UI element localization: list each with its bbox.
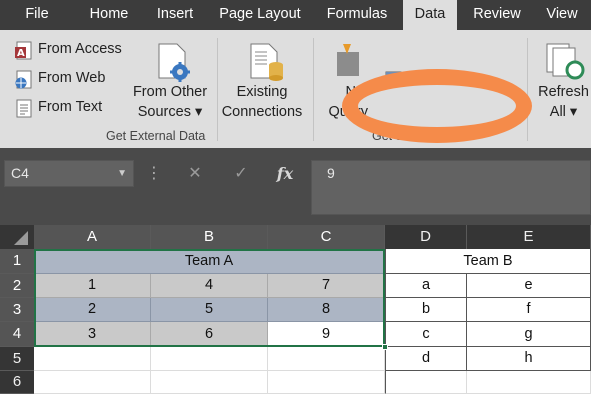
name-box-value: C4 <box>11 165 29 181</box>
insert-function-icon[interactable]: fx <box>270 160 300 187</box>
row-header-3[interactable]: 3 <box>0 298 34 322</box>
from-text-label: From Text <box>38 99 103 115</box>
tab-data[interactable]: Data <box>403 0 457 30</box>
formula-bar-area: C4 ▼ ⋮ ✕ ✓ fx 9 <box>0 148 591 225</box>
cell-c5[interactable] <box>268 347 385 371</box>
cell-d5[interactable]: d <box>385 347 467 371</box>
existing-connections-label-2: Connections <box>221 104 303 120</box>
formula-input[interactable]: 9 <box>311 160 591 215</box>
refresh-all-label-2: All ▾ <box>549 104 578 120</box>
cell-c6[interactable] <box>268 371 385 394</box>
select-all-icon <box>14 231 28 245</box>
tab-view[interactable]: View <box>538 0 586 30</box>
ribbon-separator <box>527 38 528 141</box>
cell-e3[interactable]: f <box>467 298 591 322</box>
svg-text:A: A <box>17 48 25 59</box>
cell-b6[interactable] <box>151 371 268 394</box>
formula-value: 9 <box>327 165 335 181</box>
row-header-2[interactable]: 2 <box>0 274 34 298</box>
select-all-corner[interactable] <box>0 225 34 249</box>
fill-handle[interactable] <box>382 344 388 350</box>
from-other-sources-label-1: From Other <box>132 84 208 100</box>
refresh-icon <box>546 43 585 80</box>
refresh-all-label-1: Refresh <box>538 84 589 100</box>
cell-e5[interactable]: h <box>467 347 591 371</box>
column-header-b[interactable]: B <box>151 225 268 249</box>
enter-icon[interactable]: ✓ <box>226 160 256 187</box>
chevron-down-icon[interactable]: ▼ <box>117 161 127 186</box>
from-other-sources-label-2: Sources ▾ <box>137 104 203 120</box>
from-web-label: From Web <box>38 70 106 86</box>
tab-page-layout[interactable]: Page Layout <box>212 0 308 30</box>
tab-formulas[interactable]: Formulas <box>318 0 396 30</box>
cell-b5[interactable] <box>151 347 268 371</box>
tab-home[interactable]: Home <box>80 0 138 30</box>
row-header-1[interactable]: 1 <box>0 249 34 274</box>
cell-e2[interactable]: e <box>467 274 591 298</box>
text-file-icon <box>16 99 32 118</box>
cell-a6[interactable] <box>34 371 151 394</box>
drag-handle-icon[interactable]: ⋮ <box>146 160 162 187</box>
column-header-e[interactable]: E <box>467 225 591 249</box>
column-header-a[interactable]: A <box>34 225 151 249</box>
column-header-c[interactable]: C <box>268 225 385 249</box>
menu-bar: File Home Insert Page Layout Formulas Da… <box>0 0 591 30</box>
from-access-label: From Access <box>38 41 122 57</box>
worksheet-grid[interactable]: A B C D E 1 2 3 4 5 6 Team A 1 4 7 2 5 8… <box>0 225 591 394</box>
ribbon-separator <box>313 38 314 141</box>
row-header-4[interactable]: 4 <box>0 322 34 347</box>
cell-d3[interactable]: b <box>385 298 467 322</box>
column-header-d[interactable]: D <box>385 225 467 249</box>
cell-d6[interactable] <box>385 371 467 394</box>
existing-connections-icon <box>250 43 283 81</box>
selection-outline <box>34 249 385 347</box>
row-header-6[interactable]: 6 <box>0 371 34 394</box>
existing-connections-label-1: Existing <box>236 84 288 100</box>
name-box[interactable]: C4 ▼ <box>4 160 134 187</box>
web-icon <box>15 70 32 89</box>
other-sources-icon <box>158 43 190 82</box>
cell-d2[interactable]: a <box>385 274 467 298</box>
team-b-header-cell[interactable]: Team B <box>385 249 591 274</box>
ribbon: A From Access From Web From Text From Ot… <box>0 30 591 148</box>
cell-e6[interactable] <box>467 371 591 394</box>
tab-insert[interactable]: Insert <box>148 0 202 30</box>
new-query-icon <box>337 44 359 76</box>
cancel-icon[interactable]: ✕ <box>180 160 210 187</box>
get-external-data-group-label: Get External Data <box>106 129 206 143</box>
highlight-circle <box>342 69 532 143</box>
cell-d4[interactable]: c <box>385 322 467 347</box>
tab-review[interactable]: Review <box>464 0 530 30</box>
cell-a5[interactable] <box>34 347 151 371</box>
row-header-5[interactable]: 5 <box>0 347 34 371</box>
tab-file[interactable]: File <box>12 0 62 30</box>
access-icon: A <box>15 41 32 60</box>
cell-e4[interactable]: g <box>467 322 591 347</box>
